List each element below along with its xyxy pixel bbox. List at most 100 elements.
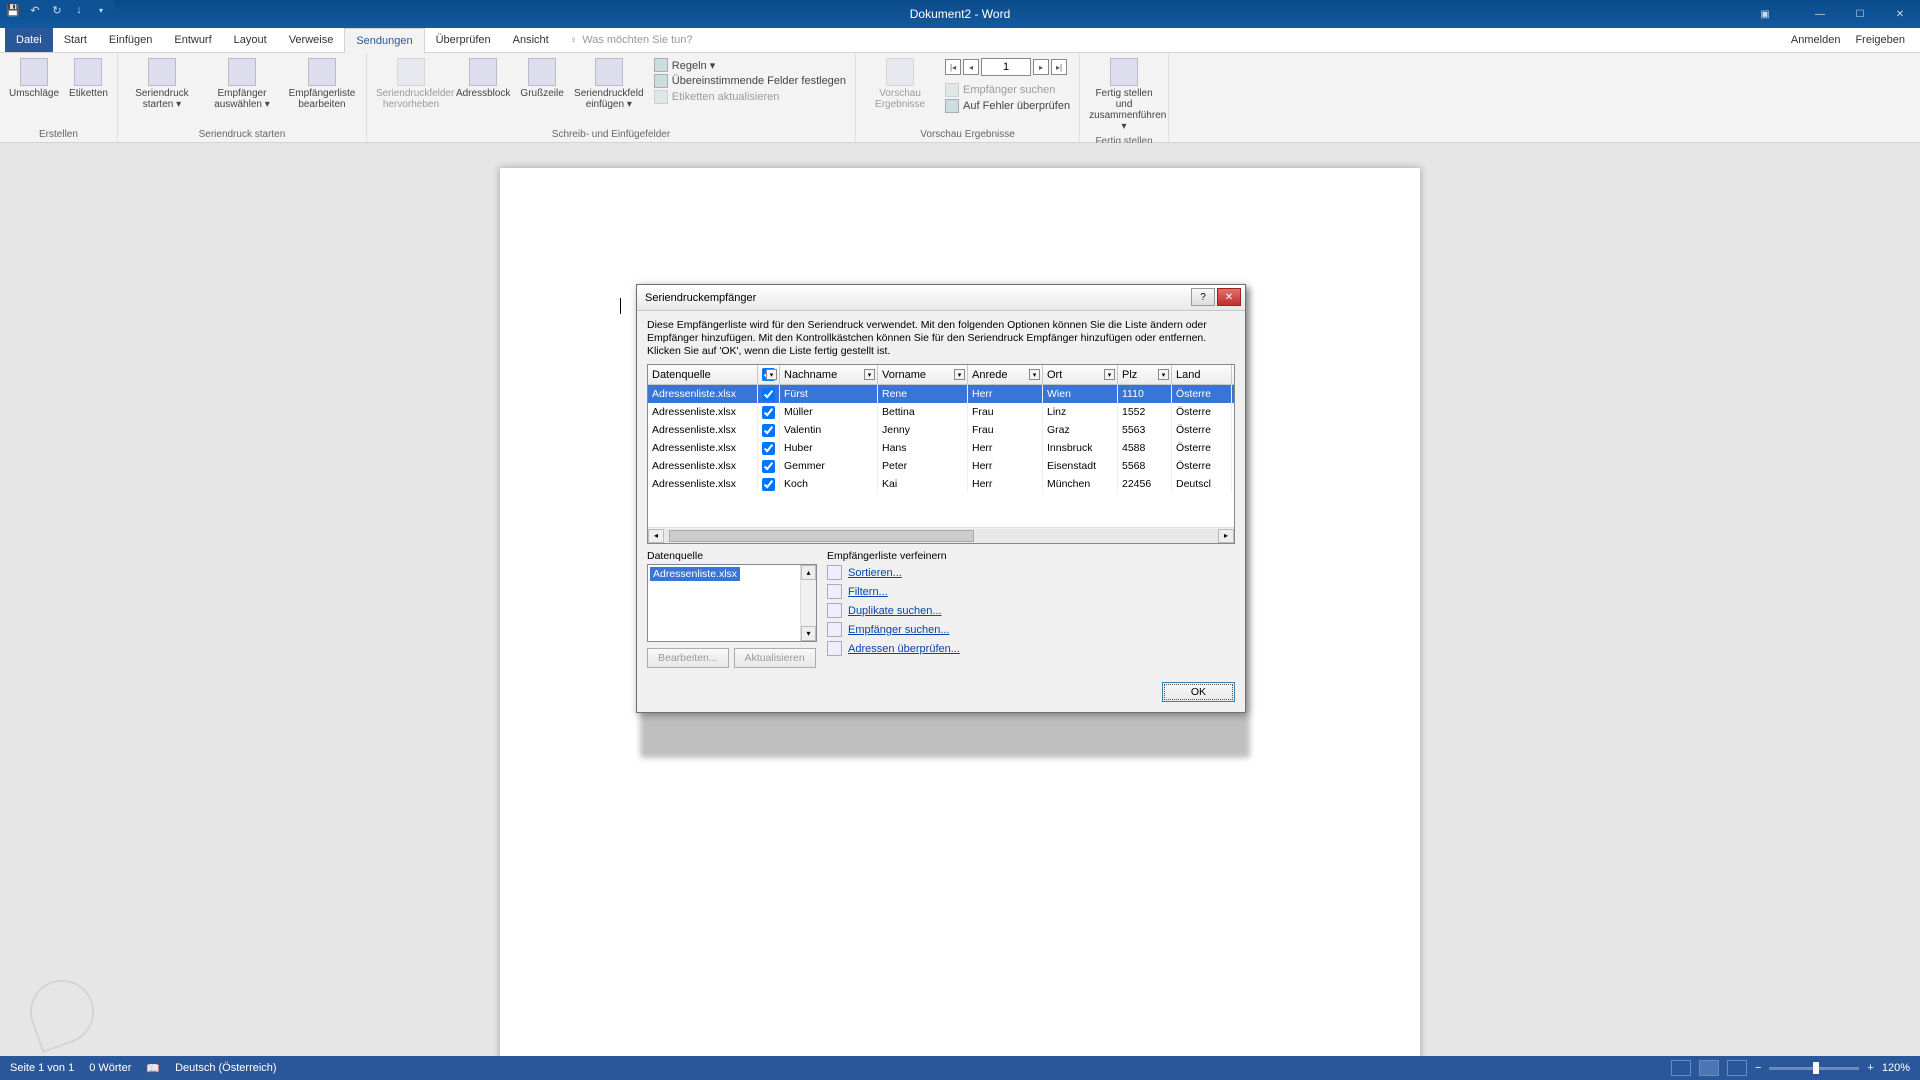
proofing-icon[interactable]: 📖 — [146, 1062, 160, 1075]
zoom-slider[interactable] — [1769, 1067, 1859, 1070]
status-page[interactable]: Seite 1 von 1 — [10, 1062, 74, 1074]
cell-check[interactable] — [758, 457, 780, 475]
chevron-down-icon[interactable]: ▾ — [954, 369, 965, 380]
share-button[interactable]: Freigeben — [1855, 34, 1905, 46]
chevron-down-icon[interactable]: ▾ — [864, 369, 875, 380]
table-row[interactable]: Adressenliste.xlsxMüllerBettinaFrauLinz1… — [648, 403, 1234, 421]
seriendruck-starten-button[interactable]: Seriendruck starten ▾ — [123, 56, 201, 112]
col-land[interactable]: Land — [1172, 365, 1232, 384]
adressblock-button[interactable]: Adressblock — [452, 56, 514, 101]
tell-me-search[interactable]: Was möchten Sie tun? — [570, 28, 693, 52]
save-icon[interactable]: 💾 — [6, 3, 20, 17]
maximize-button[interactable]: ☐ — [1840, 0, 1880, 28]
scroll-left-icon[interactable]: ◂ — [648, 529, 664, 543]
close-button[interactable]: ✕ — [1880, 0, 1920, 28]
grid-hscrollbar[interactable]: ◂ ▸ — [648, 527, 1234, 543]
table-row[interactable]: Adressenliste.xlsxGemmerPeterHerrEisenst… — [648, 457, 1234, 475]
empfaenger-auswaehlen-button[interactable]: Empfänger auswählen ▾ — [203, 56, 281, 112]
sign-in-link[interactable]: Anmelden — [1791, 34, 1841, 46]
dialog-close-button[interactable]: ✕ — [1217, 288, 1241, 306]
felder-hervorheben-button[interactable]: Seriendruckfelder hervorheben — [372, 56, 450, 112]
status-language[interactable]: Deutsch (Österreich) — [175, 1062, 276, 1074]
fehler-pruefen-button[interactable]: Auf Fehler überprüfen — [945, 99, 1070, 113]
cell-check[interactable] — [758, 475, 780, 493]
filter-link[interactable]: Filtern... — [848, 586, 888, 598]
etiketten-aktualisieren-button[interactable]: Etiketten aktualisieren — [654, 90, 846, 104]
cell-check[interactable] — [758, 421, 780, 439]
datasource-item[interactable]: Adressenliste.xlsx — [650, 567, 740, 581]
undo-icon[interactable]: ↶ — [28, 3, 42, 17]
dialog-help-button[interactable]: ? — [1191, 288, 1215, 306]
cell-check[interactable] — [758, 403, 780, 421]
row-checkbox[interactable] — [762, 424, 775, 437]
ribbon-options-icon[interactable]: ▣ — [1745, 0, 1785, 28]
grusszeile-button[interactable]: Grußzeile — [516, 56, 567, 101]
row-checkbox[interactable] — [762, 460, 775, 473]
row-checkbox[interactable] — [762, 388, 775, 401]
col-vorname[interactable]: Vorname▾ — [878, 365, 968, 384]
chevron-down-icon[interactable]: ▾ — [1158, 369, 1169, 380]
chevron-down-icon[interactable]: ▾ — [1029, 369, 1040, 380]
dialog-titlebar[interactable]: Seriendruckempfänger ? ✕ — [637, 285, 1245, 311]
first-record-button[interactable]: |◂ — [945, 59, 961, 75]
row-checkbox[interactable] — [762, 442, 775, 455]
zoom-in-button[interactable]: + — [1867, 1062, 1873, 1074]
scroll-thumb[interactable] — [669, 530, 974, 542]
chevron-down-icon[interactable]: ▾ — [1104, 369, 1115, 380]
empfaengerliste-bearbeiten-button[interactable]: Empfängerliste bearbeiten — [283, 56, 361, 112]
zoom-level[interactable]: 120% — [1882, 1062, 1910, 1074]
tab-ueberpruefen[interactable]: Überprüfen — [425, 28, 502, 52]
col-check-all[interactable]: ▾ — [758, 365, 780, 384]
tab-ansicht[interactable]: Ansicht — [502, 28, 560, 52]
redo-icon[interactable]: ↻ — [50, 3, 64, 17]
prev-record-button[interactable]: ◂ — [963, 59, 979, 75]
validate-addresses-link[interactable]: Adressen überprüfen... — [848, 643, 960, 655]
repeat-icon[interactable]: ↓ — [72, 3, 86, 17]
print-layout-icon[interactable] — [1699, 1060, 1719, 1076]
scroll-down-icon[interactable]: ▾ — [801, 626, 816, 641]
col-datenquelle[interactable]: Datenquelle — [648, 365, 758, 384]
find-recipient-link[interactable]: Empfänger suchen... — [848, 624, 950, 636]
col-nachname[interactable]: Nachname▾ — [780, 365, 878, 384]
status-words[interactable]: 0 Wörter — [89, 1062, 131, 1074]
aktualisieren-button[interactable]: Aktualisieren — [734, 648, 816, 668]
col-ort[interactable]: Ort▾ — [1043, 365, 1118, 384]
next-record-button[interactable]: ▸ — [1033, 59, 1049, 75]
etiketten-button[interactable]: Etiketten — [65, 56, 112, 101]
list-vscrollbar[interactable]: ▴ ▾ — [800, 565, 816, 641]
seriendruckfeld-einfuegen-button[interactable]: Seriendruckfeld einfügen ▾ — [570, 56, 648, 112]
col-plz[interactable]: Plz▾ — [1118, 365, 1172, 384]
felder-festlegen-button[interactable]: Übereinstimmende Felder festlegen — [654, 74, 846, 88]
scroll-up-icon[interactable]: ▴ — [801, 565, 816, 580]
empfaenger-suchen-button[interactable]: Empfänger suchen — [945, 83, 1070, 97]
scroll-right-icon[interactable]: ▸ — [1218, 529, 1234, 543]
row-checkbox[interactable] — [762, 406, 775, 419]
tab-file[interactable]: Datei — [5, 28, 53, 52]
table-row[interactable]: Adressenliste.xlsxKochKaiHerrMünchen2245… — [648, 475, 1234, 493]
vorschau-ergebnisse-button[interactable]: Vorschau Ergebnisse — [861, 56, 939, 112]
zoom-out-button[interactable]: − — [1755, 1062, 1761, 1074]
table-row[interactable]: Adressenliste.xlsxValentinJennyFrauGraz5… — [648, 421, 1234, 439]
chevron-down-icon[interactable]: ▾ — [766, 369, 777, 380]
minimize-button[interactable]: — — [1800, 0, 1840, 28]
sort-link[interactable]: Sortieren... — [848, 567, 902, 579]
tab-einfuegen[interactable]: Einfügen — [98, 28, 163, 52]
umschlaege-button[interactable]: Umschläge — [5, 56, 63, 101]
duplicates-link[interactable]: Duplikate suchen... — [848, 605, 942, 617]
table-row[interactable]: Adressenliste.xlsxHuberHansHerrInnsbruck… — [648, 439, 1234, 457]
tab-verweise[interactable]: Verweise — [278, 28, 345, 52]
row-checkbox[interactable] — [762, 478, 775, 491]
tab-entwurf[interactable]: Entwurf — [163, 28, 222, 52]
ok-button[interactable]: OK — [1162, 682, 1235, 702]
last-record-button[interactable]: ▸| — [1051, 59, 1067, 75]
table-row[interactable]: Adressenliste.xlsxFürstReneHerrWien1110Ö… — [648, 385, 1234, 403]
customize-qat-icon[interactable]: ▾ — [94, 3, 108, 17]
bearbeiten-button[interactable]: Bearbeiten... — [647, 648, 729, 668]
fertigstellen-button[interactable]: Fertig stellen und zusammenführen ▾ — [1085, 56, 1163, 134]
datasource-list[interactable]: Adressenliste.xlsx ▴ ▾ — [647, 564, 817, 642]
cell-check[interactable] — [758, 439, 780, 457]
read-mode-icon[interactable] — [1671, 1060, 1691, 1076]
record-number-input[interactable] — [981, 58, 1031, 76]
tab-start[interactable]: Start — [53, 28, 98, 52]
regeln-button[interactable]: Regeln ▾ — [654, 58, 846, 72]
